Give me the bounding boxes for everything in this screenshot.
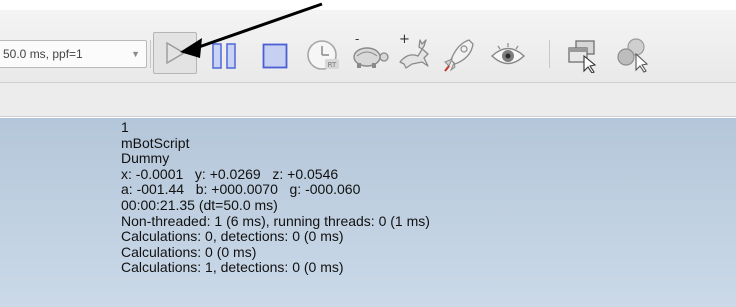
stop-simulation-button[interactable] [262, 43, 288, 69]
toolbar-separator [549, 40, 550, 68]
info-line: a: -001.44 b: +000.0070 g: -000.060 [121, 181, 361, 198]
stop-icon [262, 43, 288, 69]
toolbar-separator [150, 40, 151, 68]
thread-resume-button[interactable] [443, 38, 475, 72]
hierarchy-strip [0, 83, 736, 117]
chevron-down-icon[interactable]: ▼ [131, 41, 140, 67]
info-line: Non-threaded: 1 (6 ms), running threads:… [121, 212, 430, 229]
real-time-badge: RT [328, 61, 337, 69]
simulation-timestep-combo[interactable]: 50.0 ms, ppf=1 ▼ [0, 40, 147, 68]
info-line: x: -0.0001 y: +0.0269 z: +0.0546 [121, 165, 339, 182]
window-cursor-icon [568, 40, 597, 73]
real-time-clock-icon: RT [307, 40, 339, 70]
slower-badge: - [355, 34, 359, 46]
faster-badge: + [399, 32, 410, 47]
rocket-icon [444, 39, 474, 72]
info-line: mBotScript [121, 134, 190, 151]
info-line: 1 [121, 119, 129, 135]
info-line: Calculations: 0, detections: 0 (0 ms) [121, 228, 344, 245]
start-simulation-button[interactable] [153, 32, 197, 74]
timestep-value: 50.0 ms, ppf=1 [3, 47, 83, 61]
play-icon [166, 41, 186, 65]
pause-simulation-button[interactable] [211, 43, 237, 69]
info-line: Calculations: 0 (0 ms) [121, 243, 257, 260]
pause-icon [212, 43, 236, 69]
rabbit-faster-icon: + [399, 32, 429, 69]
real-time-mode-button[interactable]: RT [306, 39, 340, 73]
info-line: Calculations: 1, detections: 0 (0 ms) [121, 259, 344, 276]
simulation-toolbar: 50.0 ms, ppf=1 ▼ RT - + [0, 10, 736, 83]
info-line: Dummy [121, 150, 170, 167]
slow-down-button[interactable]: - [349, 34, 391, 72]
speed-up-button[interactable]: + [394, 32, 434, 72]
scene-selector-button[interactable] [616, 37, 652, 73]
page-selector-button[interactable] [566, 39, 600, 73]
window-top-edge [0, 0, 736, 10]
eye-icon [490, 43, 526, 65]
visualization-toggle-button[interactable] [490, 43, 526, 69]
spheres-cursor-icon [617, 38, 649, 73]
info-line: 00:00:21.35 (dt=50.0 ms) [121, 196, 278, 213]
scene-info-overlay: 1 mBotScript Dummy x: -0.0001 y: +0.0269… [121, 119, 581, 276]
turtle-slower-icon: - [353, 34, 389, 68]
